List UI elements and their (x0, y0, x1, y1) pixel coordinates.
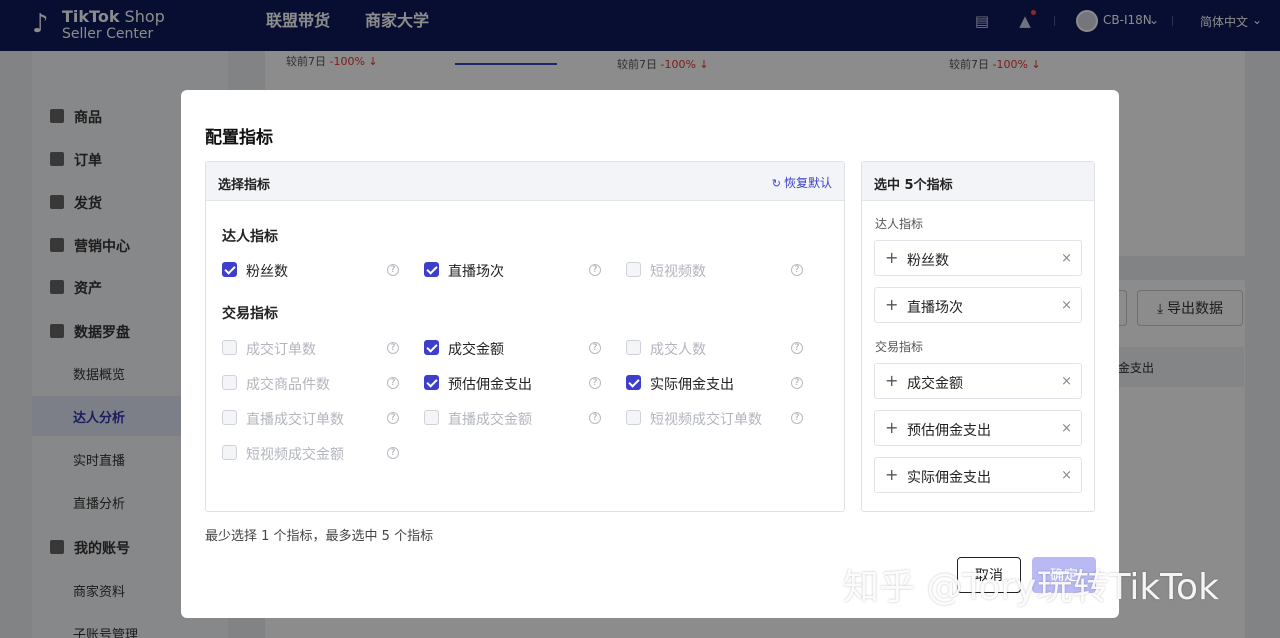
drag-handle-icon[interactable]: + (885, 248, 898, 267)
metric-label: 粉丝数 (246, 264, 288, 280)
drag-handle-icon[interactable]: + (885, 418, 898, 437)
checkbox (626, 262, 641, 277)
selected-group-title: 交易指标 (875, 340, 924, 354)
dialog-title: 配置指标 (205, 128, 273, 148)
metric-label: 成交人数 (650, 342, 706, 358)
selected-chip[interactable]: + 实际佣金支出 × (874, 457, 1082, 493)
drag-handle-icon[interactable]: + (885, 465, 898, 484)
refresh-icon: ↻ (771, 177, 781, 190)
metric-video-gmv: 短视频成交金额? (222, 443, 412, 463)
metric-live-orders: 直播成交订单数? (222, 408, 412, 428)
selected-chip[interactable]: + 预估佣金支出 × (874, 410, 1082, 446)
metric-buyers: 成交人数? (626, 338, 816, 358)
metric-actual-commission[interactable]: 实际佣金支出? (626, 373, 816, 393)
metric-label: 短视频成交金额 (246, 447, 344, 463)
help-icon[interactable]: ? (589, 377, 601, 389)
group-title-creator: 达人指标 (222, 229, 278, 245)
configure-metrics-dialog: 配置指标 选择指标 ↻ 恢复默认 达人指标 粉丝数? 直播场次? 短视频数? 交易… (181, 90, 1119, 618)
panel-header: 选中 5个指标 (862, 162, 1094, 201)
metric-live-sessions[interactable]: 直播场次? (424, 260, 614, 280)
watermark: 知乎 @Tory玩转TikTok (843, 567, 1219, 608)
checkbox (626, 410, 641, 425)
close-icon[interactable]: × (1061, 421, 1072, 436)
selected-chip[interactable]: + 成交金额 × (874, 363, 1082, 399)
metric-gmv[interactable]: 成交金额? (424, 338, 614, 358)
metric-label: 直播场次 (448, 264, 504, 280)
close-icon[interactable]: × (1061, 251, 1072, 266)
checkbox[interactable] (424, 340, 439, 355)
chip-label: 直播场次 (907, 300, 963, 316)
help-icon[interactable]: ? (791, 342, 803, 354)
restore-label: 恢复默认 (783, 176, 832, 190)
selected-group-title: 达人指标 (875, 217, 924, 231)
metric-selector-panel: 选择指标 ↻ 恢复默认 达人指标 粉丝数? 直播场次? 短视频数? 交易指标 成交… (205, 161, 845, 512)
group-title-transaction: 交易指标 (222, 306, 278, 322)
help-icon[interactable]: ? (387, 377, 399, 389)
metric-live-gmv: 直播成交金额? (424, 408, 614, 428)
help-icon[interactable]: ? (791, 412, 803, 424)
checkbox[interactable] (424, 375, 439, 390)
help-icon[interactable]: ? (589, 264, 601, 276)
checkbox (626, 340, 641, 355)
help-icon[interactable]: ? (387, 447, 399, 459)
panel-header: 选择指标 ↻ 恢复默认 (206, 162, 844, 201)
help-icon[interactable]: ? (387, 264, 399, 276)
selected-chip[interactable]: + 粉丝数 × (874, 240, 1082, 276)
panel-title: 选择指标 (218, 178, 271, 193)
metric-label: 直播成交订单数 (246, 412, 344, 428)
metric-label: 预估佣金支出 (448, 377, 532, 393)
metric-short-videos: 短视频数? (626, 260, 816, 280)
checkbox (424, 410, 439, 425)
checkbox[interactable] (626, 375, 641, 390)
selected-metrics-panel: 选中 5个指标 达人指标 + 粉丝数 × + 直播场次 × 交易指标 + 成交金额 × + 预… (861, 161, 1095, 512)
chip-label: 成交金额 (907, 376, 963, 392)
help-icon[interactable]: ? (589, 412, 601, 424)
metric-label: 成交订单数 (246, 342, 316, 358)
metric-label: 实际佣金支出 (650, 377, 734, 393)
checkbox (222, 410, 237, 425)
metric-orders: 成交订单数? (222, 338, 412, 358)
help-icon[interactable]: ? (791, 264, 803, 276)
chip-label: 实际佣金支出 (907, 470, 991, 486)
help-icon[interactable]: ? (387, 412, 399, 424)
selected-count-title: 选中 5个指标 (874, 178, 953, 193)
help-icon[interactable]: ? (791, 377, 803, 389)
checkbox (222, 445, 237, 460)
checkbox[interactable] (424, 262, 439, 277)
drag-handle-icon[interactable]: + (885, 371, 898, 390)
close-icon[interactable]: × (1061, 298, 1072, 313)
close-icon[interactable]: × (1061, 468, 1072, 483)
help-icon[interactable]: ? (589, 342, 601, 354)
metric-label: 成交商品件数 (246, 377, 330, 393)
drag-handle-icon[interactable]: + (885, 295, 898, 314)
chip-label: 预估佣金支出 (907, 423, 991, 439)
checkbox (222, 340, 237, 355)
metric-items-sold: 成交商品件数? (222, 373, 412, 393)
metric-label: 短视频数 (650, 264, 706, 280)
metric-label: 短视频成交订单数 (650, 412, 762, 428)
checkbox (222, 375, 237, 390)
selection-hint: 最少选择 1 个指标，最多选中 5 个指标 (205, 529, 434, 544)
chip-label: 粉丝数 (907, 253, 949, 269)
help-icon[interactable]: ? (387, 342, 399, 354)
selected-chip[interactable]: + 直播场次 × (874, 287, 1082, 323)
metric-label: 直播成交金额 (448, 412, 532, 428)
metric-label: 成交金额 (448, 342, 504, 358)
restore-default-button[interactable]: ↻ 恢复默认 (772, 174, 832, 191)
metric-est-commission[interactable]: 预估佣金支出? (424, 373, 614, 393)
checkbox[interactable] (222, 262, 237, 277)
metric-video-orders: 短视频成交订单数? (626, 408, 816, 428)
metric-followers[interactable]: 粉丝数? (222, 260, 412, 280)
close-icon[interactable]: × (1061, 374, 1072, 389)
